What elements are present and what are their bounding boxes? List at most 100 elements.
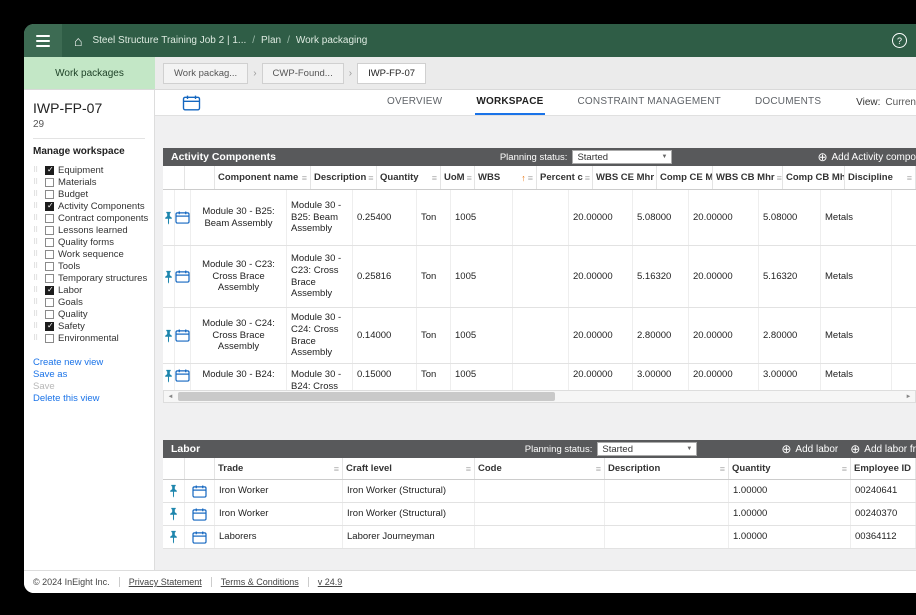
drag-handle-icon[interactable]: ⠿: [33, 239, 41, 246]
sidebar-item-temporary-structures[interactable]: ⠿Temporary structures: [33, 272, 154, 284]
sort-ascending-icon[interactable]: ↑: [521, 173, 526, 183]
pin-icon[interactable]: [163, 526, 185, 548]
tab-workspace[interactable]: WORKSPACE: [475, 90, 544, 115]
work-sequence-checkbox[interactable]: [45, 250, 54, 259]
sidebar-item-equipment[interactable]: ⠿Equipment: [33, 164, 154, 176]
activity-card-icon[interactable]: [175, 308, 191, 363]
add-labor-from-button[interactable]: ⊕ Add labor fr: [850, 443, 916, 455]
chip-cwp-foundation[interactable]: CWP-Found...: [262, 63, 344, 84]
column-header-employee-id[interactable]: Employee ID: [851, 458, 916, 479]
tab-documents[interactable]: DOCUMENTS: [754, 90, 822, 115]
lessons-learned-checkbox[interactable]: [45, 226, 54, 235]
column-header-quantity[interactable]: Quantity≡: [377, 166, 441, 189]
labor-card-icon[interactable]: [185, 480, 215, 502]
column-header-wbs-ce-mhrs[interactable]: WBS CE Mhr≡: [593, 166, 657, 189]
component-name-cell[interactable]: Module 30 - C23: Cross Brace Assembly: [191, 246, 287, 307]
labor-card-icon[interactable]: [185, 503, 215, 525]
home-icon[interactable]: ⌂: [74, 34, 82, 48]
sidebar-item-work-sequence[interactable]: ⠿Work sequence: [33, 248, 154, 260]
column-menu-icon[interactable]: ≡: [777, 173, 782, 183]
sidebar-item-quality[interactable]: ⠿Quality: [33, 308, 154, 320]
environmental-checkbox[interactable]: [45, 334, 54, 343]
column-header-trade[interactable]: Trade≡: [215, 458, 343, 479]
quality-forms-checkbox[interactable]: [45, 238, 54, 247]
sidebar-item-labor[interactable]: ⠿Labor: [33, 284, 154, 296]
column-header-comp-ce-mhrs[interactable]: Comp CE Mh≡: [657, 166, 713, 189]
drag-handle-icon[interactable]: ⠿: [33, 215, 41, 222]
column-menu-icon[interactable]: ≡: [334, 464, 339, 474]
drag-handle-icon[interactable]: ⠿: [33, 203, 41, 210]
column-menu-icon[interactable]: ≡: [432, 173, 437, 183]
column-header-craft-level[interactable]: Craft level≡: [343, 458, 475, 479]
column-menu-icon[interactable]: ≡: [907, 173, 912, 183]
labor-row[interactable]: Iron Worker Iron Worker (Structural) 1.0…: [163, 503, 916, 526]
drag-handle-icon[interactable]: ⠿: [33, 191, 41, 198]
column-header-percent-complete[interactable]: Percent c≡: [537, 166, 593, 189]
save-as-link[interactable]: Save as: [33, 369, 154, 381]
chip-work-packages[interactable]: Work packag...: [163, 63, 248, 84]
goals-checkbox[interactable]: [45, 298, 54, 307]
pin-icon[interactable]: [163, 190, 175, 245]
column-header-description[interactable]: Description≡: [605, 458, 729, 479]
activity-row[interactable]: Module 30 - B25: Beam Assembly Module 30…: [163, 190, 916, 246]
sidebar-item-safety[interactable]: ⠿Safety: [33, 320, 154, 332]
labor-checkbox[interactable]: [45, 286, 54, 295]
column-header-discipline[interactable]: Discipline≡: [845, 166, 916, 189]
drag-handle-icon[interactable]: ⠿: [33, 179, 41, 186]
horizontal-scrollbar[interactable]: ◄ ►: [163, 390, 916, 403]
help-icon[interactable]: ?: [892, 33, 907, 48]
workspace-panel-icon[interactable]: [182, 90, 201, 115]
save-link[interactable]: Save: [33, 381, 154, 393]
activity-row[interactable]: Module 30 - C24: Cross Brace Assembly Mo…: [163, 308, 916, 364]
sidebar-item-materials[interactable]: ⠿Materials: [33, 176, 154, 188]
drag-handle-icon[interactable]: ⠿: [33, 263, 41, 270]
column-menu-icon[interactable]: ≡: [528, 173, 533, 183]
contract-components-checkbox[interactable]: [45, 214, 54, 223]
breadcrumb-project[interactable]: Steel Structure Training Job 2 | 1...: [92, 35, 246, 46]
version-link[interactable]: v 24.9: [318, 577, 343, 587]
activity-card-icon[interactable]: [175, 246, 191, 307]
column-menu-icon[interactable]: ≡: [720, 464, 725, 474]
sidebar-item-environmental[interactable]: ⠿Environmental: [33, 332, 154, 344]
column-menu-icon[interactable]: ≡: [842, 464, 847, 474]
column-menu-icon[interactable]: ≡: [368, 173, 373, 183]
sidebar-item-goals[interactable]: ⠿Goals: [33, 296, 154, 308]
materials-checkbox[interactable]: [45, 178, 54, 187]
labor-row[interactable]: Laborers Laborer Journeyman 1.00000 0036…: [163, 526, 916, 549]
sidebar-item-tools[interactable]: ⠿Tools: [33, 260, 154, 272]
scrollbar-thumb[interactable]: [178, 392, 555, 401]
pin-icon[interactable]: [163, 246, 175, 307]
column-menu-icon[interactable]: ≡: [302, 173, 307, 183]
column-header-uom[interactable]: UoM≡: [441, 166, 475, 189]
tab-constraint-management[interactable]: CONSTRAINT MANAGEMENT: [577, 90, 722, 115]
activity-row[interactable]: Module 30 - B24: Module 30 - B24: Cross …: [163, 364, 916, 390]
column-header-quantity[interactable]: Quantity≡: [729, 458, 851, 479]
component-name-cell[interactable]: Module 30 - B25: Beam Assembly: [191, 190, 287, 245]
drag-handle-icon[interactable]: ⠿: [33, 287, 41, 294]
planning-status-select[interactable]: Started ▼: [572, 150, 672, 164]
breadcrumb-plan[interactable]: Plan: [261, 35, 281, 46]
add-activity-component-button[interactable]: ⊕ Add Activity compo: [817, 151, 916, 163]
drag-handle-icon[interactable]: ⠿: [33, 323, 41, 330]
column-header-wbs-cb-mhrs[interactable]: WBS CB Mhr≡: [713, 166, 783, 189]
scrollbar-track[interactable]: [177, 391, 902, 402]
drag-handle-icon[interactable]: ⠿: [33, 275, 41, 282]
pin-icon[interactable]: [163, 480, 185, 502]
terms-conditions-link[interactable]: Terms & Conditions: [221, 577, 299, 587]
column-menu-icon[interactable]: ≡: [585, 173, 590, 183]
add-labor-button[interactable]: ⊕ Add labor: [781, 443, 838, 455]
scroll-right-arrow[interactable]: ►: [902, 394, 915, 400]
sidebar-item-quality-forms[interactable]: ⠿Quality forms: [33, 236, 154, 248]
column-header-description[interactable]: Description≡: [311, 166, 377, 189]
sidebar-item-lessons-learned[interactable]: ⠿Lessons learned: [33, 224, 154, 236]
temporary-structures-checkbox[interactable]: [45, 274, 54, 283]
column-header-code[interactable]: Code≡: [475, 458, 605, 479]
drag-handle-icon[interactable]: ⠿: [33, 335, 41, 342]
privacy-statement-link[interactable]: Privacy Statement: [129, 577, 202, 587]
drag-handle-icon[interactable]: ⠿: [33, 299, 41, 306]
column-header-wbs[interactable]: WBS↑≡: [475, 166, 537, 189]
drag-handle-icon[interactable]: ⠿: [33, 311, 41, 318]
delete-this-view-link[interactable]: Delete this view: [33, 393, 154, 405]
equipment-checkbox[interactable]: [45, 166, 54, 175]
pin-icon[interactable]: [163, 364, 175, 390]
